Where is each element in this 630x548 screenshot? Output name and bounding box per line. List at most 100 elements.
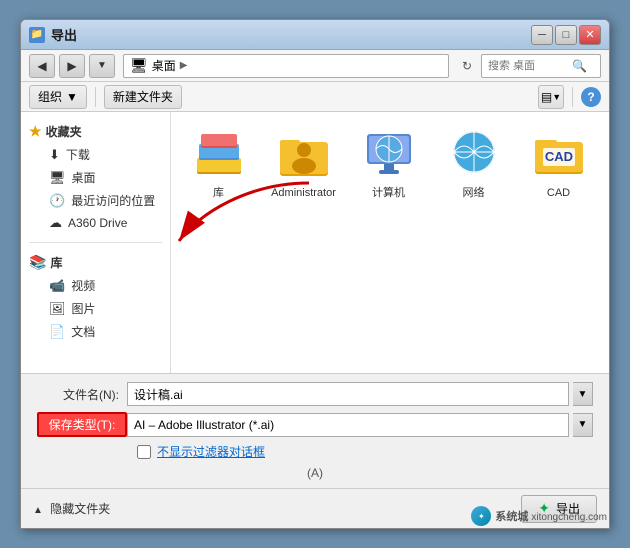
view-icon: ▤ [541, 90, 552, 104]
filename-input[interactable] [127, 382, 569, 406]
search-icon: 🔍 [572, 59, 587, 73]
filter-checkbox-label: 不显示过滤器对话框 [157, 443, 265, 460]
address-text: 桌面 [152, 57, 176, 74]
video-icon: 📹 [49, 278, 65, 294]
hide-folders-label: ▲ 隐藏文件夹 [33, 500, 110, 517]
back-button[interactable]: ◀ [29, 54, 55, 78]
address-bar[interactable]: 🖥 桌面 ▶ [123, 54, 449, 78]
network-file-name: 网络 [463, 186, 485, 200]
svg-text:CAD: CAD [544, 149, 572, 164]
file-item-network[interactable]: 网络 [436, 122, 511, 204]
administrator-file-name: Administrator [271, 186, 336, 200]
filetype-input[interactable] [127, 413, 569, 437]
search-input[interactable] [488, 60, 568, 72]
filename-row: 文件名(N): ▼ [37, 382, 593, 406]
computer-file-icon-wrap [361, 126, 417, 182]
sidebar-item-video-label: 视频 [71, 277, 95, 294]
computer-file-icon [363, 130, 415, 178]
filter-checkbox-row: 不显示过滤器对话框 [137, 443, 593, 460]
sidebar-item-documents-label: 文档 [71, 323, 95, 340]
cad-file-icon: CAD [533, 130, 585, 178]
library-header[interactable]: 📚 库 [29, 251, 162, 274]
organize-arrow-icon: ▼ [66, 90, 78, 104]
main-content: ★ 收藏夹 ⬇ 下载 🖥 桌面 🕐 最近访问的位置 ☁ A360 Dri [21, 112, 609, 373]
library-file-icon [193, 130, 245, 178]
download-icon: ⬇ [49, 147, 60, 163]
filetype-dropdown-button[interactable]: ▼ [573, 413, 593, 437]
sidebar-item-desktop-label: 桌面 [72, 169, 96, 186]
sidebar-item-desktop[interactable]: 🖥 桌面 [29, 166, 162, 189]
new-folder-label: 新建文件夹 [113, 88, 173, 105]
filename-input-wrap: ▼ [127, 382, 593, 406]
refresh-button[interactable]: ↻ [457, 56, 477, 76]
file-item-library[interactable]: 库 [181, 122, 256, 204]
window-title: 导出 [51, 25, 77, 44]
sidebar-item-video[interactable]: 📹 视频 [29, 274, 162, 297]
favorites-header[interactable]: ★ 收藏夹 [29, 120, 162, 143]
documents-icon: 📄 [49, 324, 65, 340]
organize-button[interactable]: 组织 ▼ [29, 85, 87, 109]
sidebar-item-recent-label: 最近访问的位置 [71, 192, 155, 209]
help-button[interactable]: ? [581, 87, 601, 107]
desktop-icon: 🖥 [49, 170, 66, 186]
watermark-name: 系统城 [495, 511, 528, 523]
minimize-button[interactable]: ─ [531, 25, 553, 45]
organize-label: 组织 [38, 88, 62, 105]
filename-label: 文件名(N): [37, 386, 127, 403]
sidebar-item-a360[interactable]: ☁ A360 Drive [29, 212, 162, 234]
cad-file-name: CAD [547, 186, 570, 200]
up-button[interactable]: ▼ [89, 54, 115, 78]
watermark-text: 系统城 xitongcheng.com [495, 508, 607, 524]
address-chevron-icon: ▶ [180, 60, 188, 71]
sidebar: ★ 收藏夹 ⬇ 下载 🖥 桌面 🕐 最近访问的位置 ☁ A360 Dri [21, 112, 171, 373]
library-file-icon-wrap [191, 126, 247, 182]
file-area: 库 Administrator [171, 112, 609, 373]
file-item-administrator[interactable]: Administrator [266, 122, 341, 204]
sidebar-item-pictures-label: 图片 [72, 300, 96, 317]
filetype-row: 保存类型(T): ▼ [37, 412, 593, 437]
filename-dropdown-button[interactable]: ▼ [573, 382, 593, 406]
search-box[interactable]: 🔍 [481, 54, 601, 78]
view-arrow-icon: ▼ [552, 92, 561, 102]
new-folder-button[interactable]: 新建文件夹 [104, 85, 182, 109]
sidebar-item-download[interactable]: ⬇ 下载 [29, 143, 162, 166]
network-file-icon-wrap [446, 126, 502, 182]
watermark-logo: ✦ [471, 506, 491, 526]
filter-checkbox[interactable] [137, 445, 151, 459]
recent-icon: 🕐 [49, 193, 65, 209]
maximize-button[interactable]: □ [555, 25, 577, 45]
toolbar-separator [95, 87, 96, 107]
administrator-file-icon [278, 128, 330, 180]
computer-file-name: 计算机 [372, 186, 405, 200]
watermark: ✦ 系统城 xitongcheng.com [471, 506, 607, 526]
cloud-icon: ☁ [49, 215, 62, 231]
watermark-site: xitongcheng.com [531, 512, 607, 523]
toolbar-separator2 [572, 87, 573, 107]
network-file-icon [448, 130, 500, 178]
window-icon: 📁 [29, 27, 45, 43]
hide-folders-icon: ▲ [33, 505, 43, 516]
library-label: 库 [50, 254, 62, 271]
bottom-panel: 文件名(N): ▼ 保存类型(T): ▼ 不显示过滤器对话框 (A) [21, 373, 609, 488]
filetype-label: 保存类型(T): [37, 412, 127, 437]
library-folder-icon: 📚 [29, 254, 46, 271]
forward-button[interactable]: ▶ [59, 54, 85, 78]
sidebar-divider [29, 242, 162, 243]
library-file-name: 库 [213, 186, 224, 200]
close-button[interactable]: ✕ [579, 25, 601, 45]
star-icon: ★ [29, 123, 42, 140]
checkbox-sub-label: (A) [37, 466, 593, 480]
sidebar-item-recent[interactable]: 🕐 最近访问的位置 [29, 189, 162, 212]
window-controls: ─ □ ✕ [531, 25, 601, 45]
sidebar-item-pictures[interactable]: 🖼 图片 [29, 297, 162, 320]
file-item-computer[interactable]: 计算机 [351, 122, 426, 204]
file-item-cad[interactable]: CAD CAD [521, 122, 596, 204]
filter-label-text: 不显示过滤器对话框 [157, 445, 265, 459]
address-icon: 🖥 [130, 57, 148, 74]
sidebar-item-documents[interactable]: 📄 文档 [29, 320, 162, 343]
view-button[interactable]: ▤ ▼ [538, 85, 564, 109]
address-toolbar: ◀ ▶ ▼ 🖥 桌面 ▶ ↻ 🔍 [21, 50, 609, 82]
filetype-label-text: 保存类型(T): [49, 418, 116, 432]
sidebar-item-download-label: 下载 [66, 146, 90, 163]
title-bar: 📁 导出 ─ □ ✕ [21, 20, 609, 50]
